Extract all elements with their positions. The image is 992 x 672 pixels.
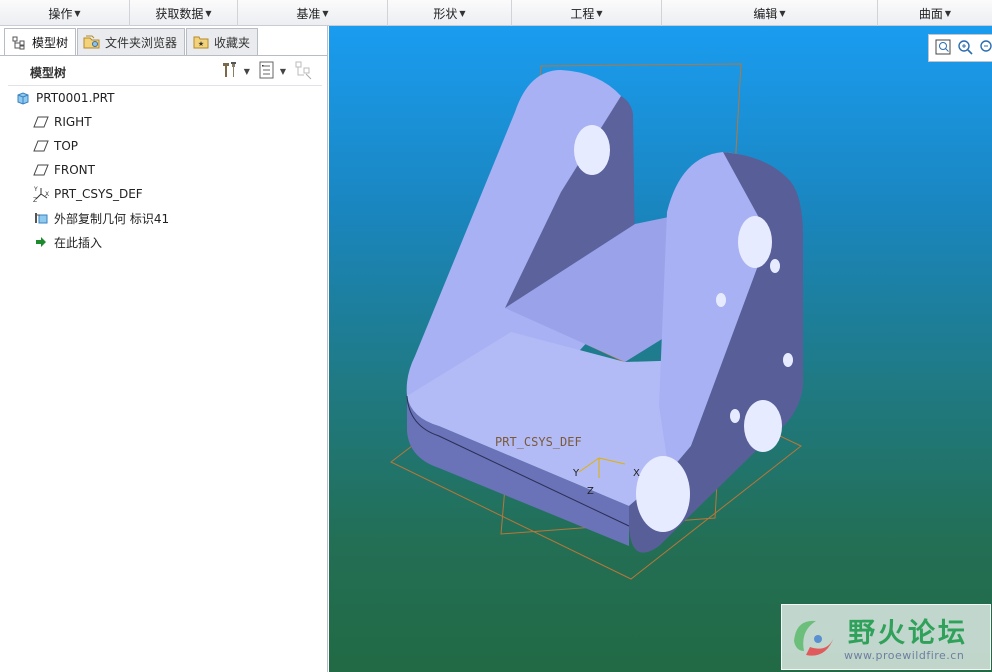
part-model-render: PRT_CSYS_DEF Y Z X [390, 63, 803, 580]
ribbon-group-engineering[interactable]: 工程 ▼ [512, 0, 662, 26]
small-hole [730, 409, 740, 423]
right-top-hole [738, 216, 772, 268]
external-copy-geometry-icon [32, 209, 50, 227]
navigator-tabs: 模型树 文件夹浏览器 ★ 收藏夹 [4, 28, 259, 56]
tree-tools: ▼ ▼ [218, 60, 316, 82]
svg-text:★: ★ [198, 40, 204, 48]
part-icon [14, 89, 32, 107]
tab-folder-browser[interactable]: 文件夹浏览器 [77, 28, 186, 55]
folder-browser-icon [83, 34, 101, 50]
view-toolbar [928, 34, 992, 62]
forum-logo-icon [794, 620, 834, 656]
tree-item-csys[interactable]: YZX PRT_CSYS_DEF [0, 182, 324, 206]
watermark-title: 野火论坛 [848, 618, 968, 649]
tree-item-part[interactable]: PRT0001.PRT [0, 86, 324, 110]
ribbon-group-get-data[interactable]: 获取数据 ▼ [130, 0, 238, 26]
chevron-down-icon: ▼ [243, 66, 250, 76]
tree-filter-icon [294, 60, 314, 83]
datum-plane-icon [32, 137, 50, 155]
axis-label-x: X [633, 468, 640, 479]
axis-label-z: Z [587, 486, 594, 497]
tree-item-external-copy-geometry[interactable]: 外部复制几何 标识41 [0, 206, 324, 230]
model-tree-icon [10, 35, 28, 51]
chevron-down-icon: ▼ [779, 8, 786, 18]
chevron-down-icon: ▼ [322, 8, 329, 18]
small-hole [716, 293, 726, 307]
small-hole [783, 353, 793, 367]
coordinate-system-icon: YZ X [32, 185, 50, 203]
chevron-down-icon: ▼ [205, 8, 212, 18]
favorites-icon: ★ [192, 34, 210, 50]
ribbon-group-surfaces[interactable]: 曲面 ▼ [878, 0, 992, 26]
svg-text:X: X [45, 191, 49, 198]
base-pin-hole [636, 456, 690, 532]
axis-label-y: Y [572, 468, 580, 479]
tree-item-top[interactable]: TOP [0, 134, 324, 158]
chevron-down-icon: ▼ [944, 8, 952, 18]
tab-model-tree[interactable]: 模型树 [4, 28, 77, 56]
csys-label: PRT_CSYS_DEF [495, 435, 582, 449]
refit-button[interactable] [935, 39, 951, 58]
zoom-out-button[interactable] [979, 39, 992, 58]
settings-tools-button[interactable]: ▼ [218, 60, 252, 82]
zoom-out-icon [980, 39, 992, 52]
chevron-down-icon: ▼ [74, 8, 81, 18]
datum-plane-icon [32, 113, 50, 131]
tree-item-insert-here[interactable]: 在此插入 [0, 230, 324, 254]
show-options-button[interactable]: ▼ [256, 60, 288, 82]
tree-title: 模型树 [30, 66, 67, 80]
tree-header: 模型树 ▼ ▼ [0, 58, 324, 84]
tree-filter-button[interactable] [292, 60, 316, 82]
ribbon-group-operations[interactable]: 操作 ▼ [0, 0, 130, 26]
small-hole [770, 259, 780, 273]
watermark-url: www.proewildfire.cn [844, 649, 965, 662]
svg-text:Z: Z [33, 197, 37, 203]
left-pin-hole [574, 125, 610, 175]
list-options-icon [258, 60, 276, 83]
zoom-in-button[interactable] [957, 39, 973, 58]
datum-plane-icon [32, 161, 50, 179]
ribbon-group-datum[interactable]: 基准 ▼ [238, 0, 388, 26]
chevron-down-icon: ▼ [279, 66, 286, 76]
tree-item-front[interactable]: FRONT [0, 158, 324, 182]
zoom-in-icon [958, 39, 973, 55]
ribbon-group-bar: 操作 ▼ 获取数据 ▼ 基准 ▼ 形状 ▼ 工程 ▼ 编辑 ▼ 曲面 ▼ [0, 0, 992, 26]
svg-text:Y: Y [33, 186, 38, 193]
tab-divider [0, 55, 328, 56]
refit-icon [935, 39, 951, 54]
chevron-down-icon: ▼ [459, 8, 466, 18]
insert-here-arrow-icon [32, 233, 50, 251]
chevron-down-icon: ▼ [596, 8, 603, 18]
tools-icon [220, 60, 240, 83]
right-bottom-hole [744, 400, 782, 452]
model-tree: PRT0001.PRT RIGHT TOP FRONT YZX PRT_CSYS… [0, 86, 324, 254]
graphics-viewport[interactable]: PRT_CSYS_DEF Y Z X 野火论坛 www.proewildfire… [329, 26, 992, 672]
watermark: 野火论坛 www.proewildfire.cn [781, 604, 991, 670]
ribbon-group-editing[interactable]: 编辑 ▼ [662, 0, 878, 26]
tree-item-right[interactable]: RIGHT [0, 110, 324, 134]
tab-favorites[interactable]: ★ 收藏夹 [186, 28, 259, 55]
ribbon-group-shapes[interactable]: 形状 ▼ [388, 0, 512, 26]
navigator-panel: 模型树 文件夹浏览器 ★ 收藏夹 模型树 ▼ ▼ PRT0001.PRT RIG… [0, 26, 328, 672]
